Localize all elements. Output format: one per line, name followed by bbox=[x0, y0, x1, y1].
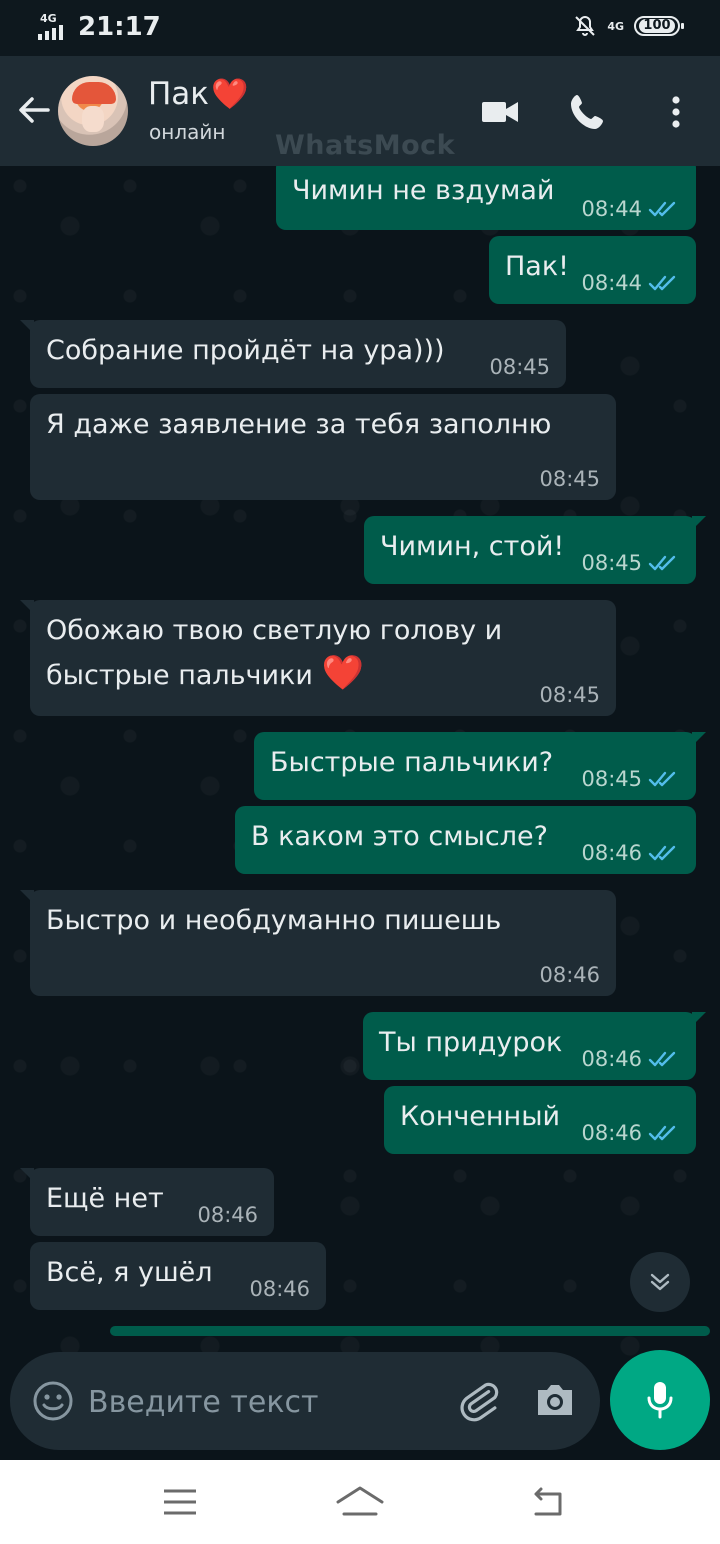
message-bubble-outgoing[interactable]: В каком это смысле? 08:46 bbox=[235, 806, 696, 874]
message-bubble-incoming[interactable]: Быстро и необдуманно пишешь 08:46 bbox=[20, 890, 616, 996]
message-text: Быстрые пальчики? bbox=[270, 747, 554, 778]
message-time: 08:46 bbox=[249, 1277, 310, 1301]
home-icon[interactable] bbox=[334, 1482, 386, 1522]
scroll-down-button[interactable] bbox=[630, 1252, 690, 1312]
watermark: WhatsMock bbox=[275, 130, 456, 161]
message-text: Ещё нет bbox=[46, 1183, 164, 1214]
message-meta: 08:46 bbox=[581, 840, 680, 866]
network-type: 4G bbox=[40, 12, 57, 25]
attach-icon[interactable] bbox=[455, 1376, 503, 1424]
message-text: Чимин, стой! bbox=[380, 531, 565, 562]
camera-icon[interactable] bbox=[532, 1378, 578, 1422]
status-icons: 4G 100 bbox=[573, 14, 684, 38]
message-text: Ты придурок bbox=[379, 1027, 563, 1058]
message-text: Быстро и необдуманно пишешь bbox=[46, 905, 502, 936]
system-nav-bar bbox=[0, 1460, 720, 1544]
message-time: 08:45 bbox=[581, 767, 642, 791]
more-vert-icon[interactable] bbox=[654, 90, 698, 134]
heart-emoji: ❤️ bbox=[211, 76, 249, 112]
message-bubble-outgoing[interactable]: Ты придурок 08:46 bbox=[363, 1012, 706, 1080]
message-time: 08:45 bbox=[581, 551, 642, 575]
message-text: Собрание пройдёт на ура))) bbox=[46, 335, 445, 366]
signal-icon: 4G bbox=[38, 12, 72, 40]
menu-icon[interactable] bbox=[158, 1482, 202, 1522]
message-time: 08:46 bbox=[581, 1047, 642, 1071]
message-bubble-incoming[interactable]: Всё, я ушёл 08:46 bbox=[30, 1242, 326, 1310]
battery-level: 100 bbox=[639, 19, 675, 33]
double-tick-icon bbox=[648, 201, 676, 217]
message-meta: 08:46 bbox=[581, 1046, 680, 1072]
battery-icon: 100 bbox=[634, 16, 684, 36]
message-time: 08:44 bbox=[581, 271, 642, 295]
network-type-right: 4G bbox=[607, 19, 624, 33]
message-meta: 08:46 bbox=[581, 1120, 680, 1146]
chevron-double-down-icon bbox=[650, 1273, 670, 1291]
message-time: 08:46 bbox=[581, 841, 642, 865]
message-time: 08:45 bbox=[539, 467, 600, 491]
message-bubble-outgoing[interactable]: Быстрые пальчики? 08:45 bbox=[254, 732, 706, 800]
message-preview-strip bbox=[110, 1326, 710, 1336]
contact-name-text: Пак bbox=[148, 76, 210, 112]
message-bubble-outgoing[interactable]: Пак! 08:44 bbox=[489, 236, 696, 304]
message-bubble-incoming[interactable]: Ещё нет 08:46 bbox=[20, 1168, 274, 1236]
message-text: Я даже заявление за тебя заполню bbox=[46, 409, 552, 440]
message-meta: 08:46 bbox=[249, 1276, 310, 1302]
message-meta: 08:44 bbox=[581, 196, 680, 222]
phone-icon[interactable] bbox=[566, 90, 610, 134]
message-bubble-outgoing[interactable]: Конченный 08:46 bbox=[384, 1086, 696, 1154]
message-meta: 08:45 bbox=[539, 466, 600, 492]
message-bubble-outgoing[interactable]: Чимин, стой! 08:45 bbox=[364, 516, 706, 584]
mic-icon bbox=[647, 1382, 673, 1419]
message-meta: 08:45 bbox=[539, 682, 600, 708]
clock: 21:17 bbox=[78, 12, 161, 42]
emoji-icon[interactable] bbox=[32, 1380, 74, 1422]
double-tick-icon bbox=[648, 555, 676, 571]
message-text-line-2: быстрые пальчики ❤️ bbox=[46, 652, 364, 697]
double-tick-icon bbox=[648, 275, 676, 291]
message-bubble-incoming[interactable]: Я даже заявление за тебя заполню 08:45 bbox=[30, 394, 616, 500]
message-time: 08:46 bbox=[539, 963, 600, 987]
message-time: 08:45 bbox=[489, 355, 550, 379]
message-meta: 08:46 bbox=[539, 962, 600, 988]
message-time: 08:46 bbox=[581, 1121, 642, 1145]
chat-area[interactable]: Чимин не вздумай 08:44 Пак! 08:44 Собран… bbox=[0, 166, 720, 1460]
back-nav-icon[interactable] bbox=[526, 1482, 570, 1522]
message-meta: 08:46 bbox=[197, 1202, 258, 1228]
message-text: Конченный bbox=[400, 1101, 561, 1132]
double-tick-icon bbox=[648, 771, 676, 787]
message-text-line-1: Обожаю твою светлую голову и bbox=[46, 615, 503, 646]
contact-status: онлайн bbox=[149, 120, 226, 144]
message-bubble-outgoing[interactable]: Чимин не вздумай 08:44 bbox=[276, 166, 696, 230]
message-input[interactable] bbox=[88, 1378, 418, 1426]
double-tick-icon bbox=[648, 1125, 676, 1141]
message-meta: 08:44 bbox=[581, 270, 680, 296]
compose-bar bbox=[10, 1352, 600, 1450]
message-bubble-incoming[interactable]: Обожаю твою светлую голову и быстрые пал… bbox=[20, 600, 616, 716]
message-meta: 08:45 bbox=[581, 766, 680, 792]
message-bubble-incoming[interactable]: Собрание пройдёт на ура))) 08:45 bbox=[20, 320, 566, 388]
double-tick-icon bbox=[648, 845, 676, 861]
bell-off-icon bbox=[575, 15, 596, 36]
mic-button[interactable] bbox=[610, 1350, 710, 1450]
message-meta: 08:45 bbox=[489, 354, 550, 380]
message-text: быстрые пальчики bbox=[46, 660, 313, 691]
video-call-icon[interactable] bbox=[478, 90, 522, 134]
message-time: 08:45 bbox=[539, 683, 600, 707]
message-text: В каком это смысле? bbox=[251, 821, 548, 852]
heart-emoji: ❤️ bbox=[321, 653, 364, 693]
contact-name[interactable]: Пак ❤️ bbox=[148, 76, 248, 112]
back-arrow-icon[interactable] bbox=[14, 90, 54, 130]
double-tick-icon bbox=[648, 1051, 676, 1067]
message-time: 08:44 bbox=[581, 197, 642, 221]
message-time: 08:46 bbox=[197, 1203, 258, 1227]
avatar[interactable] bbox=[58, 76, 128, 146]
message-text: Пак! bbox=[505, 251, 569, 282]
status-bar: 4G 21:17 4G 100 bbox=[0, 0, 720, 56]
message-text: Чимин не вздумай bbox=[292, 175, 555, 206]
message-meta: 08:45 bbox=[581, 550, 680, 576]
message-text: Всё, я ушёл bbox=[46, 1257, 213, 1288]
